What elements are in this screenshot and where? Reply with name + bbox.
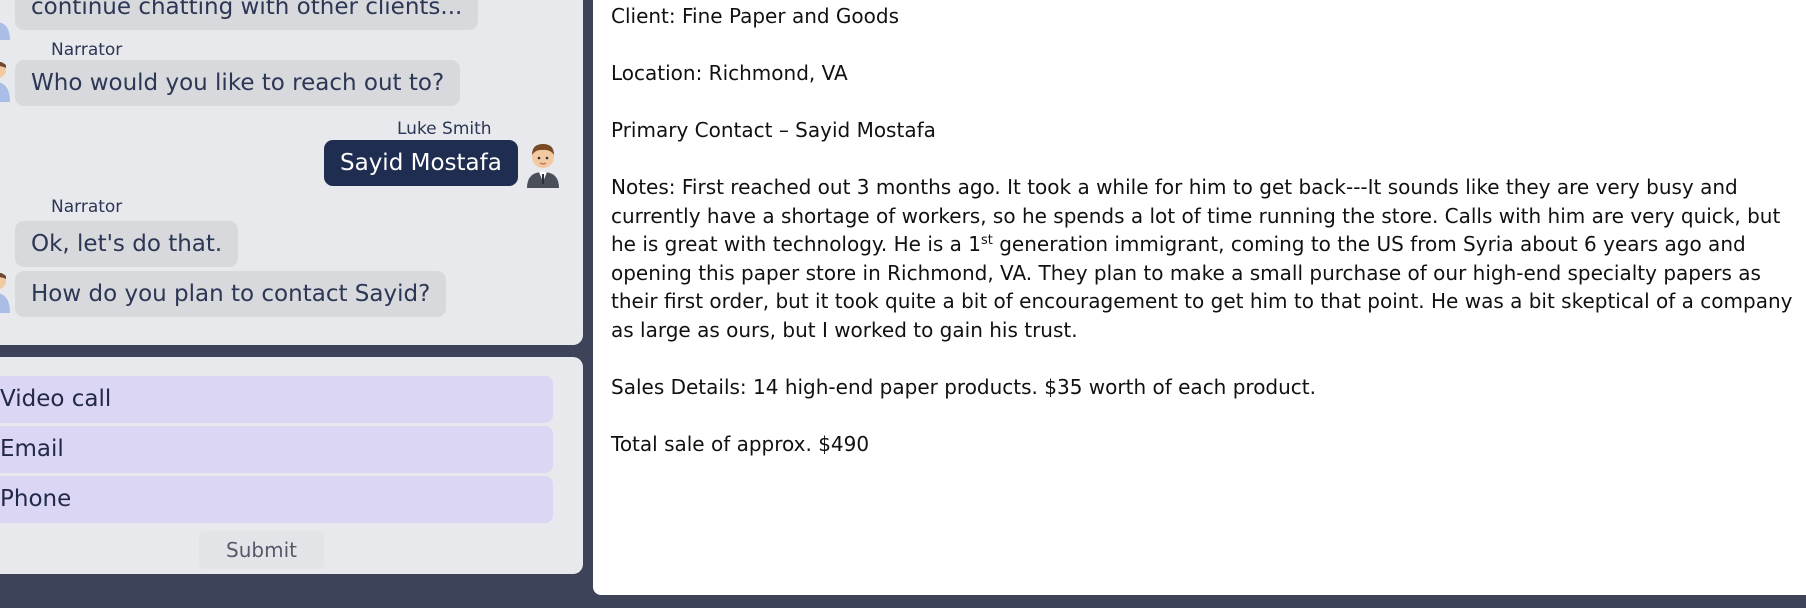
user-avatar-icon xyxy=(523,140,563,188)
client-location: Location: Richmond, VA xyxy=(611,61,848,85)
chat-message-bubble: How do you plan to contact Sayid? xyxy=(15,271,447,317)
sale-total: Total sale of approx. $490 xyxy=(611,431,870,456)
response-options-panel: Video call Email Phone Submit xyxy=(0,357,583,574)
narrator-avatar-icon xyxy=(0,62,10,102)
speaker-label: Luke Smith xyxy=(397,119,492,139)
sales-details: Sales Details: 14 high-end paper product… xyxy=(611,374,1316,399)
chat-message-bubble: Who would you like to reach out to? xyxy=(15,60,461,106)
chat-panel: continue chatting with other clients... … xyxy=(0,0,583,345)
client-name: Client: Fine Paper and Goods xyxy=(611,4,900,28)
option-phone[interactable]: Phone xyxy=(0,476,553,523)
chat-message-bubble: Ok, let's do that. xyxy=(15,221,239,267)
client-notes-panel: Client: Fine Paper and Goods Location: R… xyxy=(593,0,1806,595)
primary-contact: Primary Contact – Sayid Mostafa xyxy=(611,118,936,142)
notes-superscript: st xyxy=(981,233,993,248)
speaker-label: Narrator xyxy=(51,197,123,217)
user-message-bubble: Sayid Mostafa xyxy=(324,140,518,186)
speaker-label: Narrator xyxy=(51,40,123,60)
client-notes-text: Client: Fine Paper and Goods Location: R… xyxy=(611,2,1806,487)
notes-paragraph: Notes: First reached out 3 months ago. I… xyxy=(611,173,1806,344)
option-email[interactable]: Email xyxy=(0,426,553,473)
submit-button[interactable]: Submit xyxy=(199,531,324,569)
narrator-avatar-icon xyxy=(0,0,10,40)
option-video-call[interactable]: Video call xyxy=(0,376,553,423)
chat-message-bubble: continue chatting with other clients... xyxy=(15,0,479,30)
app-stage: continue chatting with other clients... … xyxy=(0,0,1806,608)
narrator-avatar-icon xyxy=(0,273,10,313)
